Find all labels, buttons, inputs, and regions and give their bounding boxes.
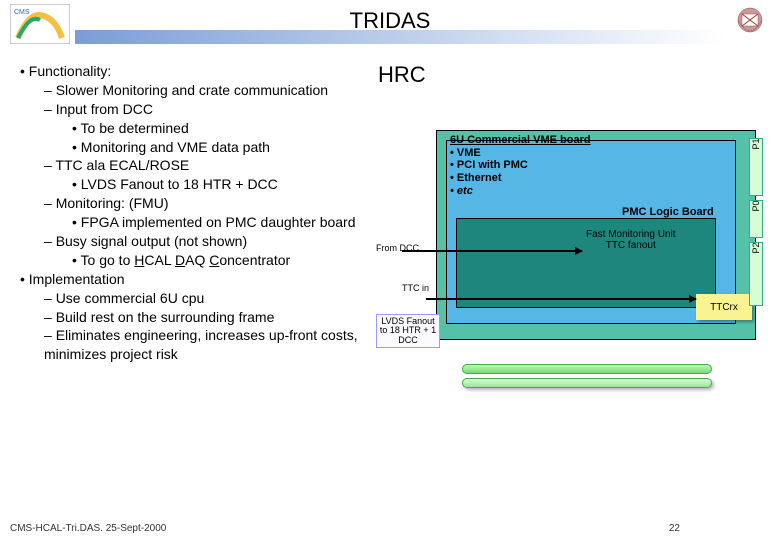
bullet: Build rest on the surrounding frame <box>44 308 420 327</box>
connector-bar <box>462 378 712 388</box>
bullet: Slower Monitoring and crate communicatio… <box>44 81 420 100</box>
port-p1: P1 <box>749 138 763 196</box>
ttcrx-block: TTCrx <box>696 294 752 320</box>
bullet: Busy signal output (not shown) <box>44 232 420 251</box>
cms-logo: CMS <box>10 4 70 44</box>
block-diagram: 6U Commercial VME board • VME • PCI with… <box>432 126 764 346</box>
crest-logo <box>732 4 768 44</box>
content-outline: Functionality: Slower Monitoring and cra… <box>20 62 420 364</box>
bullet: LVDS Fanout to 18 HTR + DCC <box>72 175 420 194</box>
bullet: Monitoring and VME data path <box>72 138 420 157</box>
board-text: 6U Commercial VME board • VME • PCI with… <box>450 134 591 197</box>
page-title: TRIDAS <box>0 0 780 34</box>
footer: CMS-HCAL-Tri.DAS. 25-Sept-2000 22 <box>10 523 770 534</box>
label-from-dcc: From DCC <box>376 244 419 253</box>
fmu-label: Fast Monitoring UnitTTC fanout <box>586 230 675 251</box>
arrow-ttc-in <box>426 298 696 300</box>
bullet: FPGA implemented on PMC daughter board <box>72 213 420 232</box>
port-p2: P2 <box>749 242 763 306</box>
bullet: Eliminates engineering, increases up-fro… <box>44 326 420 364</box>
bullet: To go to HCAL DAQ Concentrator <box>72 251 420 270</box>
bullet: Monitoring: (FMU) <box>44 194 420 213</box>
pmc-label: PMC Logic Board <box>622 206 714 218</box>
bullet: Use commercial 6U cpu <box>44 289 420 308</box>
heading-implementation: Implementation <box>20 270 420 289</box>
footer-text: CMS-HCAL-Tri.DAS. 25-Sept-2000 <box>10 523 166 534</box>
port-p0: P0 <box>749 200 763 238</box>
label-lvds: LVDS Fanout to 18 HTR + 1 DCC <box>376 314 440 348</box>
bullet: TTC ala ECAL/ROSE <box>44 156 420 175</box>
bullet: To be determined <box>72 119 420 138</box>
page-number: 22 <box>669 523 680 534</box>
heading-functionality: Functionality: <box>20 62 420 81</box>
label-ttc-in: TTC in <box>402 284 429 293</box>
bullet: Input from DCC <box>44 100 420 119</box>
header-gradient <box>75 30 725 44</box>
arrow-from-dcc <box>402 250 582 252</box>
svg-text:CMS: CMS <box>14 9 30 16</box>
connector-bar <box>462 364 712 374</box>
